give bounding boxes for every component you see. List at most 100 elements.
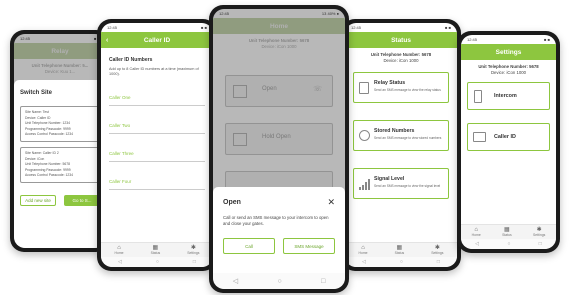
relay-status-card[interactable]: Relay Status Send an SMS message to view… [353,72,449,103]
home-circle-icon[interactable]: ○ [156,259,159,265]
header: Status [345,32,457,48]
site-card-1[interactable]: Site Name: Test Device: Caller ID Unit T… [20,106,100,142]
sheet-title: Switch Site [20,90,53,96]
unit-info: Unit Telephone Number: 5678 Device: iCon… [345,52,457,64]
header: ‹ Caller ID [101,32,213,48]
card-title: Relay Status [374,80,406,86]
system-nav: ◁ ○ □ [101,257,213,267]
sheet-title: Open [223,199,241,206]
phone-home: 12:45 13 40% ● Home Unit Telephone Numbe… [209,5,349,293]
site-card-2[interactable]: Site Name: Caller ID 2 Device: iCon Unit… [20,146,100,183]
nav-status[interactable]: ▦ Status [151,245,161,255]
nav-home[interactable]: ⌂ Home [472,227,481,237]
phone-status-screen: 12:45 ■ ■ Status Unit Telephone Number: 5… [345,23,457,267]
card-title: Caller ID [494,134,516,140]
back-triangle-icon[interactable]: ◁ [362,259,366,265]
id-card-icon [473,132,486,142]
caller-field-4[interactable]: Caller Four [109,170,205,190]
nav-label: Status [394,251,405,255]
section-title: Caller ID Numbers [109,57,153,63]
phone-switch-site: 12:45■ ■ Relay Unit Telephone Number: 5.… [10,30,110,252]
nav-label: Home [114,251,124,255]
caller-field-3[interactable]: Caller Three [109,142,205,162]
home-circle-icon[interactable]: ○ [507,241,510,247]
unit-info: Unit Telephone Number: 5678 Device: iCon… [461,64,556,76]
caller-id-card[interactable]: Caller ID [467,123,550,151]
caller-field-label: Caller Four [109,179,132,184]
card-title: Intercom [494,93,517,99]
status-bar: 12:45■ ■ [351,25,451,30]
go-to-site-button[interactable]: Go to S... [64,194,100,206]
card-description: Send an SMS message to view stored numbe… [374,136,442,140]
site-access: Access Control Passcode: 1234 [25,173,74,178]
phone-settings: 12:45 ■ ■ Settings Unit Telephone Number:… [457,31,560,253]
recents-square-icon[interactable]: □ [539,241,542,247]
nav-settings[interactable]: ✱ Settings [431,245,443,255]
nav-status[interactable]: ▦ Status [395,245,405,255]
nav-label: Status [150,251,161,255]
site-access: Access Control Passcode: 1234 [25,132,74,137]
nav-settings[interactable]: ✱ Settings [187,245,199,255]
header-title: Caller ID [143,36,171,44]
caller-field-label: Caller Two [109,123,131,128]
back-triangle-icon[interactable]: ◁ [475,241,479,247]
nav-label: Settings [533,233,546,237]
home-circle-icon[interactable]: ○ [400,259,403,265]
device-label: Device: iCon 1000 [490,70,527,75]
caller-field-1[interactable]: Caller One [109,86,205,106]
intercom-card[interactable]: Intercom [467,82,550,110]
nav-home[interactable]: ⌂ Home [115,245,124,255]
nav-label: Settings [431,251,444,255]
header-title: Settings [495,48,522,56]
nav-settings[interactable]: ✱ Settings [533,227,545,237]
phone-home-screen: 12:45 13 40% ● Home Unit Telephone Numbe… [213,9,345,289]
back-triangle-icon[interactable]: ◁ [233,277,238,285]
card-title: Signal Level [374,176,405,182]
card-title: Stored Numbers [374,128,415,134]
recents-square-icon[interactable]: □ [193,259,196,265]
phone-status: 12:45 ■ ■ Status Unit Telephone Number: 5… [341,19,461,271]
sheet-text: Call or send an SMS message to your inte… [223,215,329,226]
intercom-icon [474,90,482,103]
nav-label: Home [358,251,368,255]
close-icon[interactable]: ✕ [327,197,335,208]
caller-field-label: Caller One [109,95,131,100]
phone-caller-id-screen: 12:45 ■ ■ ‹ Caller ID Caller ID Numbers A… [101,23,213,267]
bottom-nav: ⌂ Home ▦ Status ✱ Settings [461,224,556,239]
phone-settings-screen: 12:45 ■ ■ Settings Unit Telephone Number:… [461,35,556,249]
call-button[interactable]: Call [223,238,275,254]
stored-numbers-card[interactable]: Stored Numbers Send an SMS message to vi… [353,120,449,151]
status-bar: 12:45■ ■ [467,37,550,42]
open-sheet: Open ✕ Call or send an SMS message to yo… [213,187,345,273]
status-bar: 12:45■ ■ [107,25,207,30]
relay-icon [359,82,369,94]
card-description: Send an SMS message to view the signal l… [374,184,441,188]
chevron-left-icon[interactable]: ‹ [106,37,108,44]
back-triangle-icon[interactable]: ◁ [118,259,122,265]
section-description: Add up to 8 Caller ID numbers at a time … [109,67,199,76]
system-nav: ◁ ○ □ [461,239,556,249]
signal-level-card[interactable]: Signal Level Send an SMS message to view… [353,168,449,199]
recents-square-icon[interactable]: □ [321,278,325,285]
clock-icon [359,130,370,141]
header-title: Status [391,36,411,44]
bottom-nav: ⌂ Home ▦ Status ✱ Settings [101,242,213,257]
caller-field-2[interactable]: Caller Two [109,114,205,134]
nav-status[interactable]: ▦ Status [502,227,512,237]
recents-square-icon[interactable]: □ [437,259,440,265]
nav-label: Status [502,233,512,237]
phone-caller-id: 12:45 ■ ■ ‹ Caller ID Caller ID Numbers A… [97,19,217,271]
switch-site-sheet: Switch Site Site Name: Test Device: Call… [14,80,106,248]
add-site-button[interactable]: Add new site [20,194,56,206]
system-nav: ◁ ○ □ [213,273,345,289]
nav-home[interactable]: ⌂ Home [359,245,368,255]
caller-field-label: Caller Three [109,151,134,156]
device-label: Device: iCon 1000 [383,58,419,63]
home-circle-icon[interactable]: ○ [277,278,281,285]
system-nav: ◁ ○ □ [345,257,457,267]
header: Settings [461,44,556,60]
card-description: Send an SMS message to view the relay st… [374,88,441,92]
sms-button[interactable]: SMS Message [283,238,335,254]
nav-label: Home [471,233,481,237]
signal-icon [359,179,371,190]
